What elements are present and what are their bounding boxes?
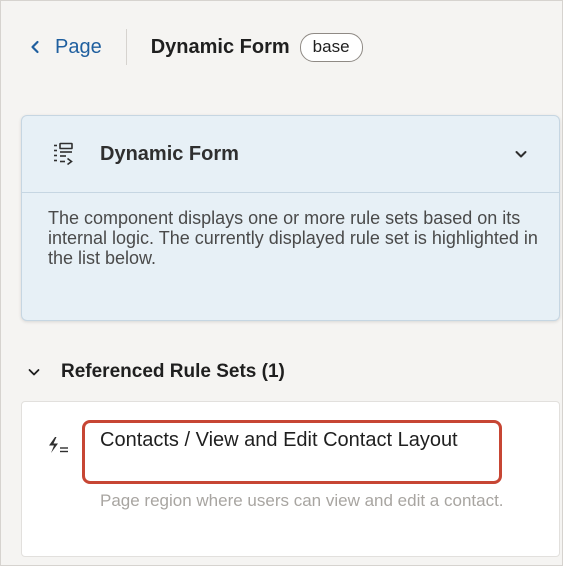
rule-set-name[interactable]: Contacts / View and Edit Contact Layout: [100, 428, 480, 452]
back-label: Page: [55, 35, 102, 58]
card-title: Dynamic Form: [100, 142, 239, 165]
base-badge: base: [299, 32, 363, 62]
rule-set-icon: [49, 437, 68, 453]
dynamic-form-icon: [54, 142, 73, 166]
card-header[interactable]: Dynamic Form: [22, 116, 559, 192]
section-title: Referenced Rule Sets (1): [61, 361, 285, 382]
properties-panel: Page Dynamic Form base Dynamic Form The …: [0, 0, 563, 566]
component-info-card: Dynamic Form The component displays one …: [21, 115, 560, 321]
rule-set-list-item: Contacts / View and Edit Contact Layout …: [21, 401, 560, 557]
panel-header: Page Dynamic Form base: [1, 1, 562, 93]
rule-set-description: Page region where users can view and edi…: [100, 491, 504, 510]
card-divider: [22, 192, 559, 193]
chevron-down-icon: [28, 369, 40, 376]
back-to-page-button[interactable]: Page: [27, 36, 102, 59]
referenced-rule-sets-toggle[interactable]: Referenced Rule Sets (1): [27, 361, 285, 383]
chevron-down-icon[interactable]: [511, 144, 531, 164]
card-description: The component displays one or more rule …: [48, 208, 538, 268]
header-divider: [125, 29, 127, 65]
page-title: Dynamic Form: [150, 35, 290, 58]
chevron-left-icon: [31, 40, 39, 54]
